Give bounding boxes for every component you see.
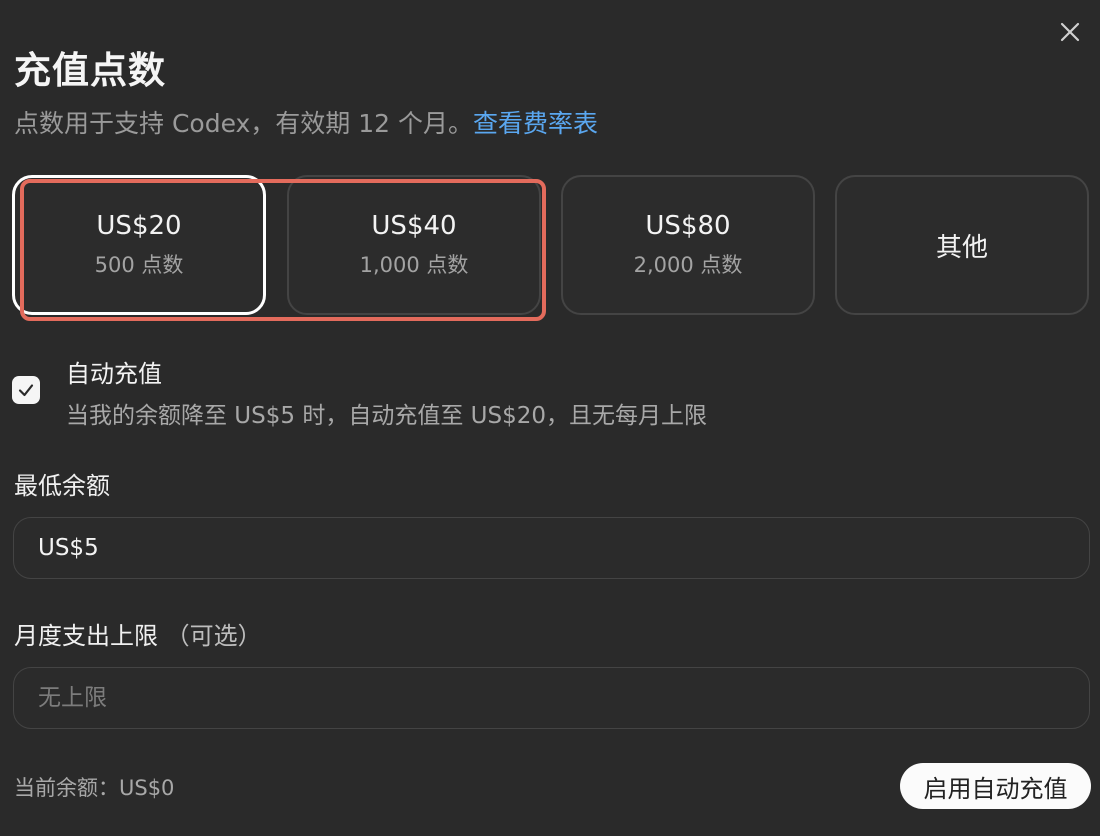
option-points: 500 点数 [94, 253, 184, 277]
dialog-title: 充值点数 [14, 49, 166, 92]
checkmark-icon [18, 384, 34, 397]
option-points: 1,000 点数 [359, 253, 469, 277]
option-other[interactable]: 其他 [835, 175, 1089, 315]
enable-auto-recharge-button[interactable]: 启用自动充值 [900, 763, 1091, 809]
monthly-limit-label-text: 月度支出上限 [14, 622, 158, 650]
option-price: US$40 [371, 211, 457, 241]
current-balance: 当前余额：US$0 [14, 776, 175, 800]
monthly-limit-label: 月度支出上限 （可选） [14, 616, 262, 651]
optional-tag: （可选） [165, 622, 262, 650]
top-up-dialog: 充值点数 点数用于支持 Codex，有效期 12 个月。查看费率表 US$20 … [0, 0, 1100, 836]
auto-recharge-description: 当我的余额降至 US$5 时，自动充值至 US$20，且无每月上限 [66, 403, 707, 429]
option-points: 2,000 点数 [633, 253, 743, 277]
close-button[interactable] [1054, 16, 1086, 48]
min-balance-input[interactable] [13, 517, 1090, 579]
option-us20[interactable]: US$20 500 点数 [12, 175, 266, 315]
option-price: US$20 [96, 211, 182, 241]
auto-recharge-checkbox[interactable] [12, 376, 40, 404]
subtitle-text: 点数用于支持 Codex，有效期 12 个月。 [14, 109, 474, 138]
option-us80[interactable]: US$80 2,000 点数 [561, 175, 815, 315]
auto-recharge-title: 自动充值 [66, 360, 162, 388]
option-other-label: 其他 [935, 232, 988, 263]
option-us40[interactable]: US$40 1,000 点数 [287, 175, 541, 315]
rate-table-link[interactable]: 查看费率表 [473, 109, 598, 138]
close-icon [1060, 22, 1080, 42]
dialog-subtitle: 点数用于支持 Codex，有效期 12 个月。查看费率表 [14, 104, 598, 140]
option-price: US$80 [645, 211, 731, 241]
monthly-limit-input[interactable] [13, 667, 1090, 729]
min-balance-label: 最低余额 [14, 472, 110, 500]
